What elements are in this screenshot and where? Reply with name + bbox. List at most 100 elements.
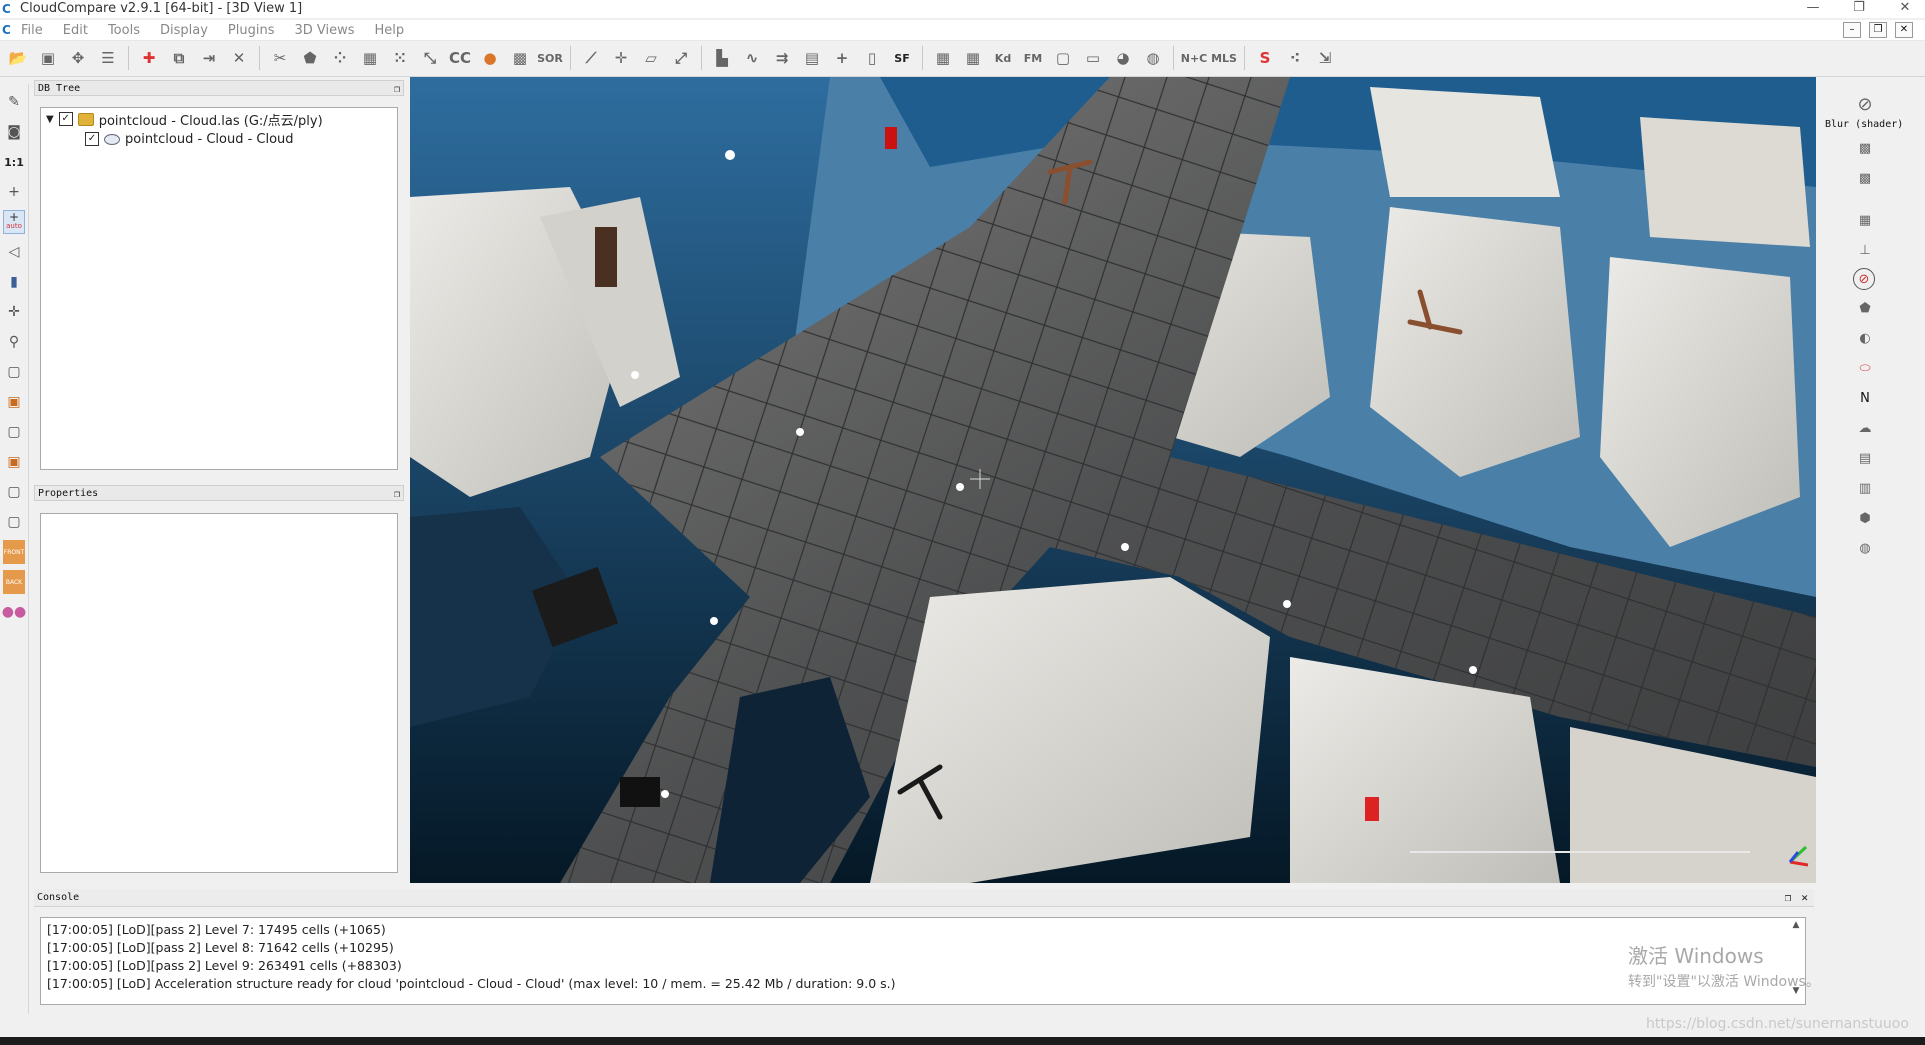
menu-display[interactable]: Display	[157, 23, 211, 38]
ortho-icon[interactable]: ▮	[3, 270, 25, 294]
stereo-icon[interactable]: ●●	[2, 600, 26, 624]
n-c-icon[interactable]: N+C	[1181, 46, 1208, 70]
stats-icon[interactable]: ▤	[800, 46, 824, 70]
scroll-up-icon[interactable]: ▲	[1789, 920, 1803, 930]
menu-plugins[interactable]: Plugins	[225, 23, 278, 38]
zoom-icon[interactable]: ⚲	[3, 330, 25, 354]
collapse-arrow-icon[interactable]: ▼	[46, 114, 54, 125]
tree-child-row[interactable]: ✓ pointcloud - Cloud - Cloud	[85, 130, 294, 148]
ssao-icon[interactable]: ▩	[1853, 166, 1877, 190]
cc-icon[interactable]: CC	[448, 46, 472, 70]
export-icon[interactable]: ⇲	[1313, 46, 1337, 70]
list-icon[interactable]: ☰	[96, 46, 120, 70]
edl-icon[interactable]: ▩	[1853, 136, 1877, 160]
menu-edit[interactable]: Edit	[60, 23, 91, 38]
save-icon[interactable]: ▣	[36, 46, 60, 70]
open-icon[interactable]: 📂	[6, 46, 30, 70]
auto-pivot-button[interactable]: + auto	[3, 210, 25, 234]
delete-icon[interactable]: ✕	[227, 46, 251, 70]
color-icon[interactable]: ●	[478, 46, 502, 70]
ellipse-icon[interactable]: ⬭	[1853, 356, 1877, 380]
view-bottom-icon[interactable]: ▢	[3, 510, 25, 534]
curve-icon[interactable]: ∿	[740, 46, 764, 70]
point-picking-icon[interactable]: ✚	[137, 46, 161, 70]
map-icon[interactable]: ▥	[1853, 476, 1877, 500]
restore-button[interactable]: ❐	[1847, 0, 1871, 16]
cloud-shape-icon[interactable]: ☁	[1853, 416, 1877, 440]
right-scrollbar[interactable]	[1914, 84, 1924, 1014]
minimize-button[interactable]: —	[1801, 0, 1825, 16]
globe-icon[interactable]: ◍	[1141, 46, 1165, 70]
menu-help[interactable]: Help	[372, 23, 408, 38]
float-panel-icon[interactable]: ❐	[394, 487, 400, 503]
move-icon[interactable]: ✛	[609, 46, 633, 70]
stretch-icon[interactable]: ⤢	[669, 46, 693, 70]
menu-file[interactable]: File	[18, 23, 46, 38]
box-icon[interactable]: ▢	[1051, 46, 1075, 70]
camera-icon[interactable]: ◙	[3, 120, 25, 144]
north-icon[interactable]: N	[1853, 386, 1877, 410]
plane-icon[interactable]: ▱	[639, 46, 663, 70]
subsample-icon[interactable]: ⤡	[418, 46, 442, 70]
align-icon[interactable]: ⇉	[770, 46, 794, 70]
tree-root-row[interactable]: ▼ ✓ pointcloud - Cloud.las (G:/点云/ply)	[46, 110, 323, 129]
mdi-minimize-button[interactable]: –	[1843, 22, 1861, 38]
pin-icon[interactable]: ⊥	[1853, 238, 1877, 262]
doc-icon[interactable]: ▯	[860, 46, 884, 70]
sor-icon[interactable]: SOR	[537, 46, 563, 70]
3d-view-viewport[interactable]	[410, 77, 1816, 883]
hexagon-icon[interactable]: ⬢	[1853, 506, 1877, 530]
view-right-icon[interactable]: ▢	[3, 480, 25, 504]
perspective-icon[interactable]: ◁	[3, 240, 25, 264]
clone-icon[interactable]: ⧉	[167, 46, 191, 70]
menu-tools[interactable]: Tools	[105, 23, 143, 38]
sq-icon[interactable]: ▭	[1081, 46, 1105, 70]
histogram-icon[interactable]: ▙	[710, 46, 734, 70]
fm-icon[interactable]: FM	[1021, 46, 1045, 70]
noise-icon[interactable]: ⁙	[388, 46, 412, 70]
float-panel-icon[interactable]: ❐	[394, 82, 400, 98]
sample-icon[interactable]: ⁘	[328, 46, 352, 70]
m3c2-icon[interactable]: ▤	[1853, 446, 1877, 470]
checker-icon[interactable]: ▩	[508, 46, 532, 70]
compass-icon[interactable]: ⊘	[1853, 268, 1875, 290]
kd-icon[interactable]: Kd	[991, 46, 1015, 70]
crosshair-icon[interactable]: +	[830, 46, 854, 70]
iso-front-button[interactable]: FRONT	[3, 540, 25, 564]
child-visibility-checkbox[interactable]: ✓	[85, 132, 99, 146]
one-to-one-button[interactable]: 1:1	[3, 150, 25, 174]
console-float-icon[interactable]: ❐	[1785, 889, 1792, 907]
measure-icon[interactable]: ⟋	[579, 46, 603, 70]
segment-icon[interactable]: ✂	[268, 46, 292, 70]
sf-icon[interactable]: SF	[890, 46, 914, 70]
tool-box-icon[interactable]: ▦	[1853, 208, 1877, 232]
iso-back-button[interactable]: BACK	[3, 570, 25, 594]
blur-shader-icon[interactable]: ⊘	[1853, 92, 1877, 116]
plus-icon[interactable]: +	[3, 180, 25, 204]
view-front-icon[interactable]: ▣	[3, 390, 25, 414]
s-icon[interactable]: S	[1253, 46, 1277, 70]
menu-3d-views[interactable]: 3D Views	[291, 23, 357, 38]
rgb-icon[interactable]: ◍	[1853, 536, 1877, 560]
filter-icon[interactable]: ▦	[358, 46, 382, 70]
view-left-icon[interactable]: ▢	[3, 420, 25, 444]
canupo-icon[interactable]: ▦	[931, 46, 955, 70]
connect-icon[interactable]: ✥	[66, 46, 90, 70]
view-back-icon[interactable]: ▣	[3, 450, 25, 474]
sphere-icon[interactable]: ◕	[1111, 46, 1135, 70]
close-button[interactable]: ✕	[1893, 0, 1917, 16]
root-visibility-checkbox[interactable]: ✓	[58, 112, 73, 126]
classify-icon[interactable]: ▦	[961, 46, 985, 70]
view-top-icon[interactable]: ▢	[3, 360, 25, 384]
mls-icon[interactable]: MLS	[1211, 46, 1237, 70]
pencil-icon[interactable]: ✎	[3, 90, 25, 114]
dots-icon[interactable]: ⁖	[1283, 46, 1307, 70]
shield-icon[interactable]: ⬟	[1853, 296, 1877, 320]
brain-icon[interactable]: ◐	[1853, 326, 1877, 350]
shield-icon[interactable]: ⬟	[298, 46, 322, 70]
console-close-icon[interactable]: ✕	[1801, 889, 1808, 907]
mdi-restore-button[interactable]: ❐	[1869, 22, 1887, 38]
mdi-close-button[interactable]: ✕	[1895, 22, 1913, 38]
move-cross-icon[interactable]: ✛	[3, 300, 25, 324]
merge-icon[interactable]: ⇥	[197, 46, 221, 70]
